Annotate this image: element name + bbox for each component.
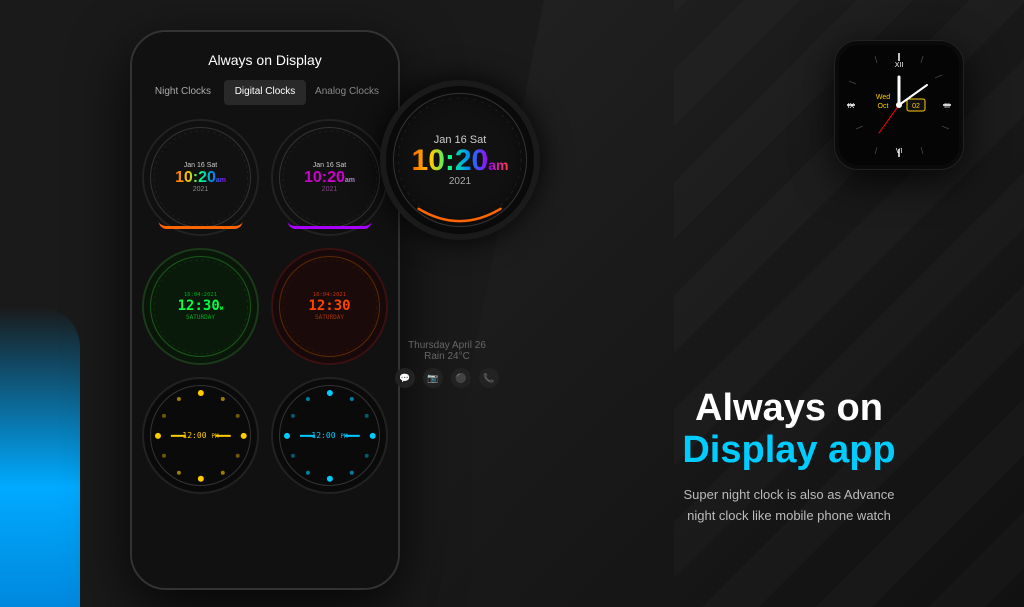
- analog-face: XII VI III IX 02 Wed Oct: [839, 45, 959, 165]
- svg-text:XII: XII: [895, 62, 904, 69]
- analog-watch: XII VI III IX 02 Wed Oct: [834, 40, 964, 170]
- circle-icon: ⚫: [451, 368, 471, 388]
- camera-icon: 📷: [423, 368, 443, 388]
- clock-inner-3: 16:04:2021 12:30м SATURDAY: [150, 256, 252, 358]
- clock-item-green-digital[interactable]: 16:04:2021 12:30м SATURDAY: [142, 248, 259, 365]
- svg-text:Wed: Wed: [876, 94, 890, 101]
- phone-app-title: Always on Display: [208, 52, 322, 68]
- svg-text:VI: VI: [896, 148, 903, 155]
- svg-text:IX: IX: [848, 103, 855, 110]
- blue-accent-decoration: [0, 307, 80, 607]
- heading-line2: Display app: [614, 430, 964, 472]
- phone-icon: 📞: [479, 368, 499, 388]
- big-watch: Jan 16 Sat 10:20am 2021: [380, 80, 540, 240]
- weather-line2: Rain 24°C: [395, 351, 499, 362]
- clock-inner-6: 12:00 PM: [279, 385, 381, 487]
- analog-watch-svg: XII VI III IX 02 Wed Oct: [839, 45, 959, 165]
- svg-text:Oct: Oct: [878, 103, 889, 110]
- svg-text:III: III: [944, 103, 950, 110]
- tab-bar: Night Clocks Digital Clocks Analog Clock…: [142, 80, 388, 105]
- clock-item-rainbow[interactable]: Jan 16 Sat 10:20am 2021: [142, 119, 259, 236]
- clock-inner-5: 12:00 PM: [150, 385, 252, 487]
- clock-2-arc: [287, 221, 372, 229]
- phone-mockup: Always on Display Night Clocks Digital C…: [130, 30, 400, 590]
- clock-item-dots-cyan[interactable]: 12:00 PM: [271, 377, 388, 494]
- clock-item-orange-digital[interactable]: 16:04:2021 12:30 SATURDAY: [271, 248, 388, 365]
- big-watch-inner: Jan 16 Sat 10:20am 2021: [393, 93, 526, 226]
- tab-night-clocks[interactable]: Night Clocks: [142, 80, 224, 105]
- clock-inner-4: 16:04:2021 12:30 SATURDAY: [279, 256, 381, 358]
- clock-1-arc: [158, 221, 243, 229]
- sub-description: Super night clock is also as Advancenigh…: [614, 485, 964, 527]
- svg-text:02: 02: [912, 103, 920, 110]
- heading-line1: Always on: [614, 388, 964, 430]
- clock-item-purple[interactable]: Jan 16 Sat 10:20am 2021: [271, 119, 388, 236]
- weather-line1: Thursday April 26: [395, 340, 499, 351]
- tab-analog-clocks[interactable]: Analog Clocks: [306, 80, 388, 105]
- clock-inner-1: Jan 16 Sat 10:20am 2021: [150, 127, 252, 229]
- wechat-icon: 💬: [395, 368, 415, 388]
- main-heading: Always on Display app: [614, 388, 964, 472]
- clock-inner-2: Jan 16 Sat 10:20am 2021: [279, 127, 381, 229]
- clock-item-dots-yellow[interactable]: 12:00 PM: [142, 377, 259, 494]
- tab-digital-clocks[interactable]: Digital Clocks: [224, 80, 306, 105]
- weather-info: Thursday April 26 Rain 24°C 💬 📷 ⚫ 📞: [395, 340, 499, 388]
- text-section: Always on Display app Super night clock …: [614, 388, 964, 527]
- quick-icons-row: 💬 📷 ⚫ 📞: [395, 368, 499, 388]
- phone-screen: Always on Display Night Clocks Digital C…: [132, 32, 398, 588]
- clock-grid: Jan 16 Sat 10:20am 2021 Jan 16 Sat 10:20…: [142, 119, 388, 494]
